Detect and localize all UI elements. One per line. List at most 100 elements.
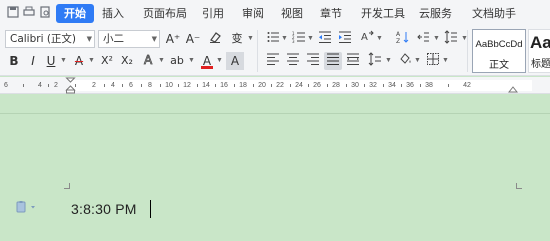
line-spacing-icon[interactable] — [442, 30, 460, 48]
ruler-number: 42 — [463, 82, 471, 89]
chevron-down-icon[interactable]: ▼ — [188, 57, 195, 64]
shading-fill-icon[interactable] — [396, 52, 414, 70]
text-effect-button[interactable]: A — [140, 52, 158, 70]
tab-view[interactable]: 视图 — [275, 4, 309, 23]
font-color-button[interactable]: A — [198, 52, 216, 70]
print-preview-icon[interactable] — [38, 5, 52, 19]
highlight-button[interactable]: ab — [168, 52, 186, 70]
superscript-button[interactable]: X² — [98, 52, 116, 70]
ruler-number: 4 — [111, 82, 115, 89]
style-normal-label: 正文 — [489, 60, 509, 71]
print-icon[interactable] — [22, 5, 36, 19]
menu-tab-bar: ↶ ↷ ⌄ 开始 插入 页面布局 引用 审阅 视图 章节 开发工具 云服务 文档… — [0, 0, 550, 26]
distributed-align-icon[interactable] — [344, 52, 362, 70]
ruler-number: 32 — [369, 82, 377, 89]
borders-icon[interactable] — [424, 52, 442, 70]
ruler-number: 2 — [92, 82, 96, 89]
pinyin-guide-button[interactable]: 变 — [228, 30, 246, 48]
ruler-number: 8 — [148, 82, 152, 89]
font-name-dropdown[interactable]: Calibri (正文) ▼ — [5, 30, 95, 48]
grow-font-button[interactable]: A⁺ — [164, 30, 182, 48]
align-center-icon[interactable] — [284, 52, 302, 70]
ruler-tick — [364, 84, 365, 87]
ruler-tick — [308, 84, 309, 87]
text-direction-icon[interactable]: A — [358, 30, 376, 48]
tab-page-layout[interactable]: 页面布局 — [137, 4, 193, 23]
ruler-number: 24 — [295, 82, 303, 89]
clear-format-icon[interactable] — [206, 30, 224, 48]
ruler-tick — [383, 84, 384, 87]
svg-text:Z: Z — [396, 38, 400, 44]
ruler-tick — [346, 84, 347, 87]
decrease-indent-icon[interactable] — [316, 30, 334, 48]
font-name-value: Calibri (正文) — [10, 33, 77, 45]
chevron-down-icon[interactable]: ▼ — [376, 35, 383, 42]
right-indent-marker-icon[interactable] — [508, 85, 518, 93]
chevron-down-icon[interactable]: ▼ — [88, 57, 95, 64]
tab-insert[interactable]: 插入 — [96, 4, 130, 23]
save-icon[interactable] — [6, 5, 20, 19]
ruler-number: 38 — [425, 82, 433, 89]
chevron-down-icon[interactable]: ▼ — [60, 57, 67, 64]
sort-icon[interactable]: AZ — [394, 30, 412, 48]
tab-review[interactable]: 审阅 — [236, 4, 270, 23]
tab-home[interactable]: 开始 — [56, 4, 94, 23]
chevron-down-icon[interactable]: ▼ — [307, 35, 314, 42]
chevron-down-icon[interactable]: ▼ — [281, 35, 288, 42]
paragraph-spacing-icon[interactable] — [366, 52, 384, 70]
align-justify-icon[interactable] — [324, 52, 342, 70]
character-shading-button[interactable]: A — [226, 52, 244, 70]
tab-developer-tools[interactable]: 开发工具 — [355, 4, 411, 23]
horizontal-ruler[interactable]: 6 4 2 2 4 6 8 10 12 14 16 18 20 22 24 26 28 30 32 34 36 38 42 — [0, 77, 550, 94]
tab-references[interactable]: 引用 — [196, 4, 230, 23]
ruler-tick — [420, 84, 421, 87]
ruler-tick — [448, 84, 449, 87]
bullet-list-icon[interactable] — [264, 30, 282, 48]
shrink-font-button[interactable]: A⁻ — [184, 30, 202, 48]
underline-button[interactable]: U — [42, 52, 60, 70]
tab-document-assistant[interactable]: 文档助手 — [466, 4, 522, 23]
chevron-down-icon[interactable]: ▼ — [385, 57, 392, 64]
align-right-icon[interactable] — [304, 52, 322, 70]
strikethrough-button[interactable]: A — [70, 52, 88, 70]
style-normal[interactable]: AaBbCcDd 正文 — [472, 29, 526, 73]
ruler-number: 30 — [351, 82, 359, 89]
chevron-down-icon[interactable]: ▼ — [414, 57, 421, 64]
indent-marker-icon[interactable] — [65, 77, 76, 94]
tab-chapter[interactable]: 章节 — [314, 4, 348, 23]
ribbon-divider — [257, 30, 258, 72]
chevron-down-icon[interactable]: ▼ — [216, 57, 223, 64]
show-hide-marks-icon[interactable] — [414, 30, 432, 48]
numbered-list-icon[interactable]: 123 — [290, 30, 308, 48]
ruler-tick — [234, 84, 235, 87]
tab-cloud-service[interactable]: 云服务 — [413, 4, 458, 23]
ruler-tick — [141, 84, 142, 87]
margin-corner-mark — [64, 183, 70, 189]
bold-button[interactable]: B — [5, 52, 23, 70]
ruler-number: 14 — [202, 82, 210, 89]
paste-options-icon[interactable] — [16, 201, 40, 213]
svg-text:A: A — [361, 32, 368, 43]
italic-button[interactable]: I — [24, 52, 42, 70]
style-heading[interactable]: Aa 标题 — [528, 29, 550, 73]
ruler-tick — [122, 84, 123, 87]
document-area[interactable]: 3:8:30 PM — [0, 95, 550, 241]
chevron-down-icon[interactable]: ▼ — [158, 57, 165, 64]
font-size-dropdown[interactable]: 小二 ▼ — [98, 30, 160, 48]
ruler-tick — [290, 84, 291, 87]
margin-corner-mark — [516, 183, 522, 189]
text-cursor — [150, 200, 151, 218]
chevron-down-icon[interactable]: ▼ — [442, 57, 449, 64]
ruler-tick — [23, 84, 24, 87]
ribbon-divider — [467, 30, 468, 72]
subscript-button[interactable]: X₂ — [118, 52, 136, 70]
chevron-down-icon: ▼ — [86, 35, 92, 43]
increase-indent-icon[interactable] — [336, 30, 354, 48]
font-color-bar — [201, 66, 213, 69]
style-heading-sample: Aa — [530, 33, 550, 52]
chevron-down-icon[interactable]: ▼ — [247, 35, 254, 42]
chevron-down-icon[interactable]: ▼ — [433, 35, 440, 42]
align-left-icon[interactable] — [264, 52, 282, 70]
ruler-number: 2 — [54, 82, 58, 89]
ruler-tick — [327, 84, 328, 87]
